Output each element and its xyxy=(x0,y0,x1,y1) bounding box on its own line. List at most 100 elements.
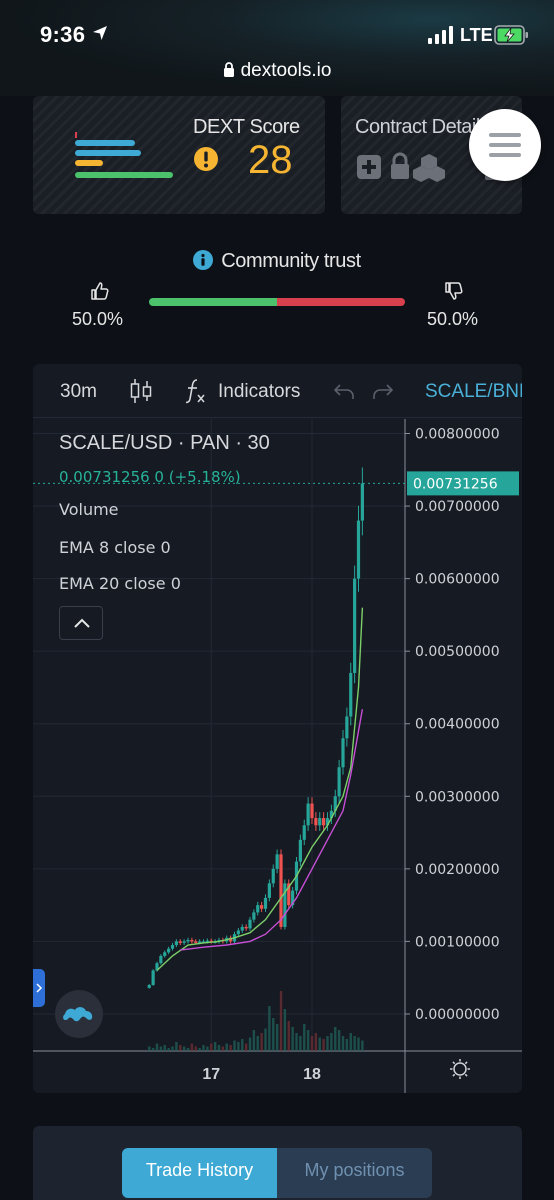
volume-bar xyxy=(272,1018,275,1051)
volume-bar xyxy=(349,1033,352,1051)
volume-bar xyxy=(268,1006,271,1051)
dext-score-card[interactable]: DEXT Score 28 xyxy=(33,96,325,214)
candle-body xyxy=(267,883,271,898)
my-positions-tab[interactable]: My positions xyxy=(277,1148,432,1198)
battery-charging-icon xyxy=(494,25,528,45)
candle-body xyxy=(236,930,240,935)
side-drawer-tab[interactable] xyxy=(33,969,45,1007)
indicators-fx-icon[interactable] xyxy=(183,377,207,405)
volume-bar xyxy=(179,1045,182,1051)
candlestick-chart[interactable]: 0.00800000 0.00700000 0.00600000 0.00500000… xyxy=(33,419,522,1093)
candle-body xyxy=(240,926,244,931)
volume-bar xyxy=(225,1043,228,1051)
volume-bar xyxy=(151,1048,155,1051)
community-trust-heading: Community trust xyxy=(0,250,554,273)
ema8-line xyxy=(156,607,364,971)
candle-body xyxy=(349,672,353,717)
legend-ema8: EMA 8 close 0 xyxy=(59,538,171,557)
dext-score-title: DEXT Score xyxy=(193,116,300,138)
price-tick-label: 0.00700000 xyxy=(415,499,500,515)
candle-body xyxy=(170,945,175,949)
url-text: dextools.io xyxy=(240,60,332,81)
dext-score-value: 28 xyxy=(248,138,293,182)
indicators-button[interactable]: Indicators xyxy=(218,381,300,403)
candle-body xyxy=(260,905,264,909)
price-tick-label: 0.00400000 xyxy=(415,717,500,733)
volume-bar xyxy=(275,1024,279,1051)
trust-bar-negative xyxy=(277,298,405,306)
candle-body xyxy=(275,854,279,869)
candle-body xyxy=(310,803,314,819)
collapse-legend-button[interactable] xyxy=(59,606,103,640)
hamburger-menu-button[interactable] xyxy=(469,109,541,181)
candle-body xyxy=(271,868,275,884)
positive-vote-percent: 50.0% xyxy=(72,309,124,329)
volume-bar xyxy=(303,1024,306,1051)
volume-bar xyxy=(190,1043,194,1051)
volume-bar xyxy=(361,1040,364,1051)
status-bar: 9:36 LTE dextools.io xyxy=(0,0,554,96)
candle-body xyxy=(322,818,326,826)
candle-body xyxy=(298,839,302,862)
location-arrow-icon xyxy=(93,26,107,40)
candle-body xyxy=(353,578,357,673)
volume-bar xyxy=(194,1046,197,1051)
info-icon[interactable] xyxy=(193,250,214,270)
score-bars-icon xyxy=(75,132,173,178)
candle-body xyxy=(302,825,306,840)
current-price-label: 0.00731256 xyxy=(413,476,498,492)
thumbs-up-icon[interactable] xyxy=(90,281,110,301)
legend-ema20: EMA 20 close 0 xyxy=(59,574,181,593)
price-tick-label: 0.00800000 xyxy=(415,427,500,443)
hamburger-menu-icon xyxy=(489,133,521,137)
cloud-logo-icon xyxy=(63,1007,93,1022)
candle-body xyxy=(314,818,318,826)
volume-bar xyxy=(206,1046,209,1051)
volume-bar xyxy=(264,1028,267,1051)
trade-history-tab[interactable]: Trade History xyxy=(122,1148,277,1198)
settings-icon xyxy=(450,1059,470,1079)
tradingview-logo-button[interactable] xyxy=(55,990,103,1038)
price-chart-panel[interactable]: 30m Indicators SCALE/BNB 0.00800000 0.007… xyxy=(33,364,522,1093)
chart-symbol-label: SCALE/USD · PAN · 30 xyxy=(59,432,270,454)
candle-body xyxy=(167,948,171,953)
redo-icon[interactable] xyxy=(372,381,394,401)
interval-selector[interactable]: 30m xyxy=(60,381,97,403)
candle-body xyxy=(318,818,322,826)
chart-price-line: 0.00731256 0 (+5.18%) xyxy=(59,468,241,486)
candle-body xyxy=(147,984,151,988)
volume-bar xyxy=(295,1033,298,1051)
candlestick-type-icon[interactable] xyxy=(129,378,153,404)
volume-bar xyxy=(244,1043,248,1051)
trades-panel: Trade History My positions xyxy=(33,1126,522,1200)
candle-body xyxy=(163,952,167,956)
trust-bar-positive xyxy=(149,298,277,306)
candle-body xyxy=(356,520,361,579)
volume-bar xyxy=(171,1046,174,1051)
volume-bar xyxy=(182,1046,186,1051)
candle-body xyxy=(151,970,155,985)
candle-body xyxy=(159,955,163,964)
volume-bar xyxy=(337,1030,341,1051)
undo-icon[interactable] xyxy=(333,381,355,401)
candle-body xyxy=(360,483,364,521)
candle-body xyxy=(341,738,345,768)
volume-bar xyxy=(233,1040,236,1051)
volume-bar xyxy=(287,1021,290,1051)
candle-body xyxy=(345,716,349,739)
thumbs-down-icon[interactable] xyxy=(444,281,464,301)
network-type: LTE xyxy=(460,25,493,45)
volume-bar xyxy=(256,1036,259,1051)
address-bar[interactable]: dextools.io xyxy=(0,60,554,82)
volume-bar xyxy=(198,1048,201,1051)
volume-bar xyxy=(155,1043,159,1051)
pair-selector[interactable]: SCALE/BNB xyxy=(425,381,522,403)
lock-icon xyxy=(223,62,234,77)
candle-body xyxy=(178,941,182,943)
volume-bar xyxy=(279,991,283,1051)
volume-bar xyxy=(221,1046,225,1051)
volume-bar xyxy=(345,1039,349,1051)
volume-bar xyxy=(291,1027,294,1051)
hamburger-line xyxy=(489,143,521,147)
volume-bar xyxy=(175,1042,178,1051)
